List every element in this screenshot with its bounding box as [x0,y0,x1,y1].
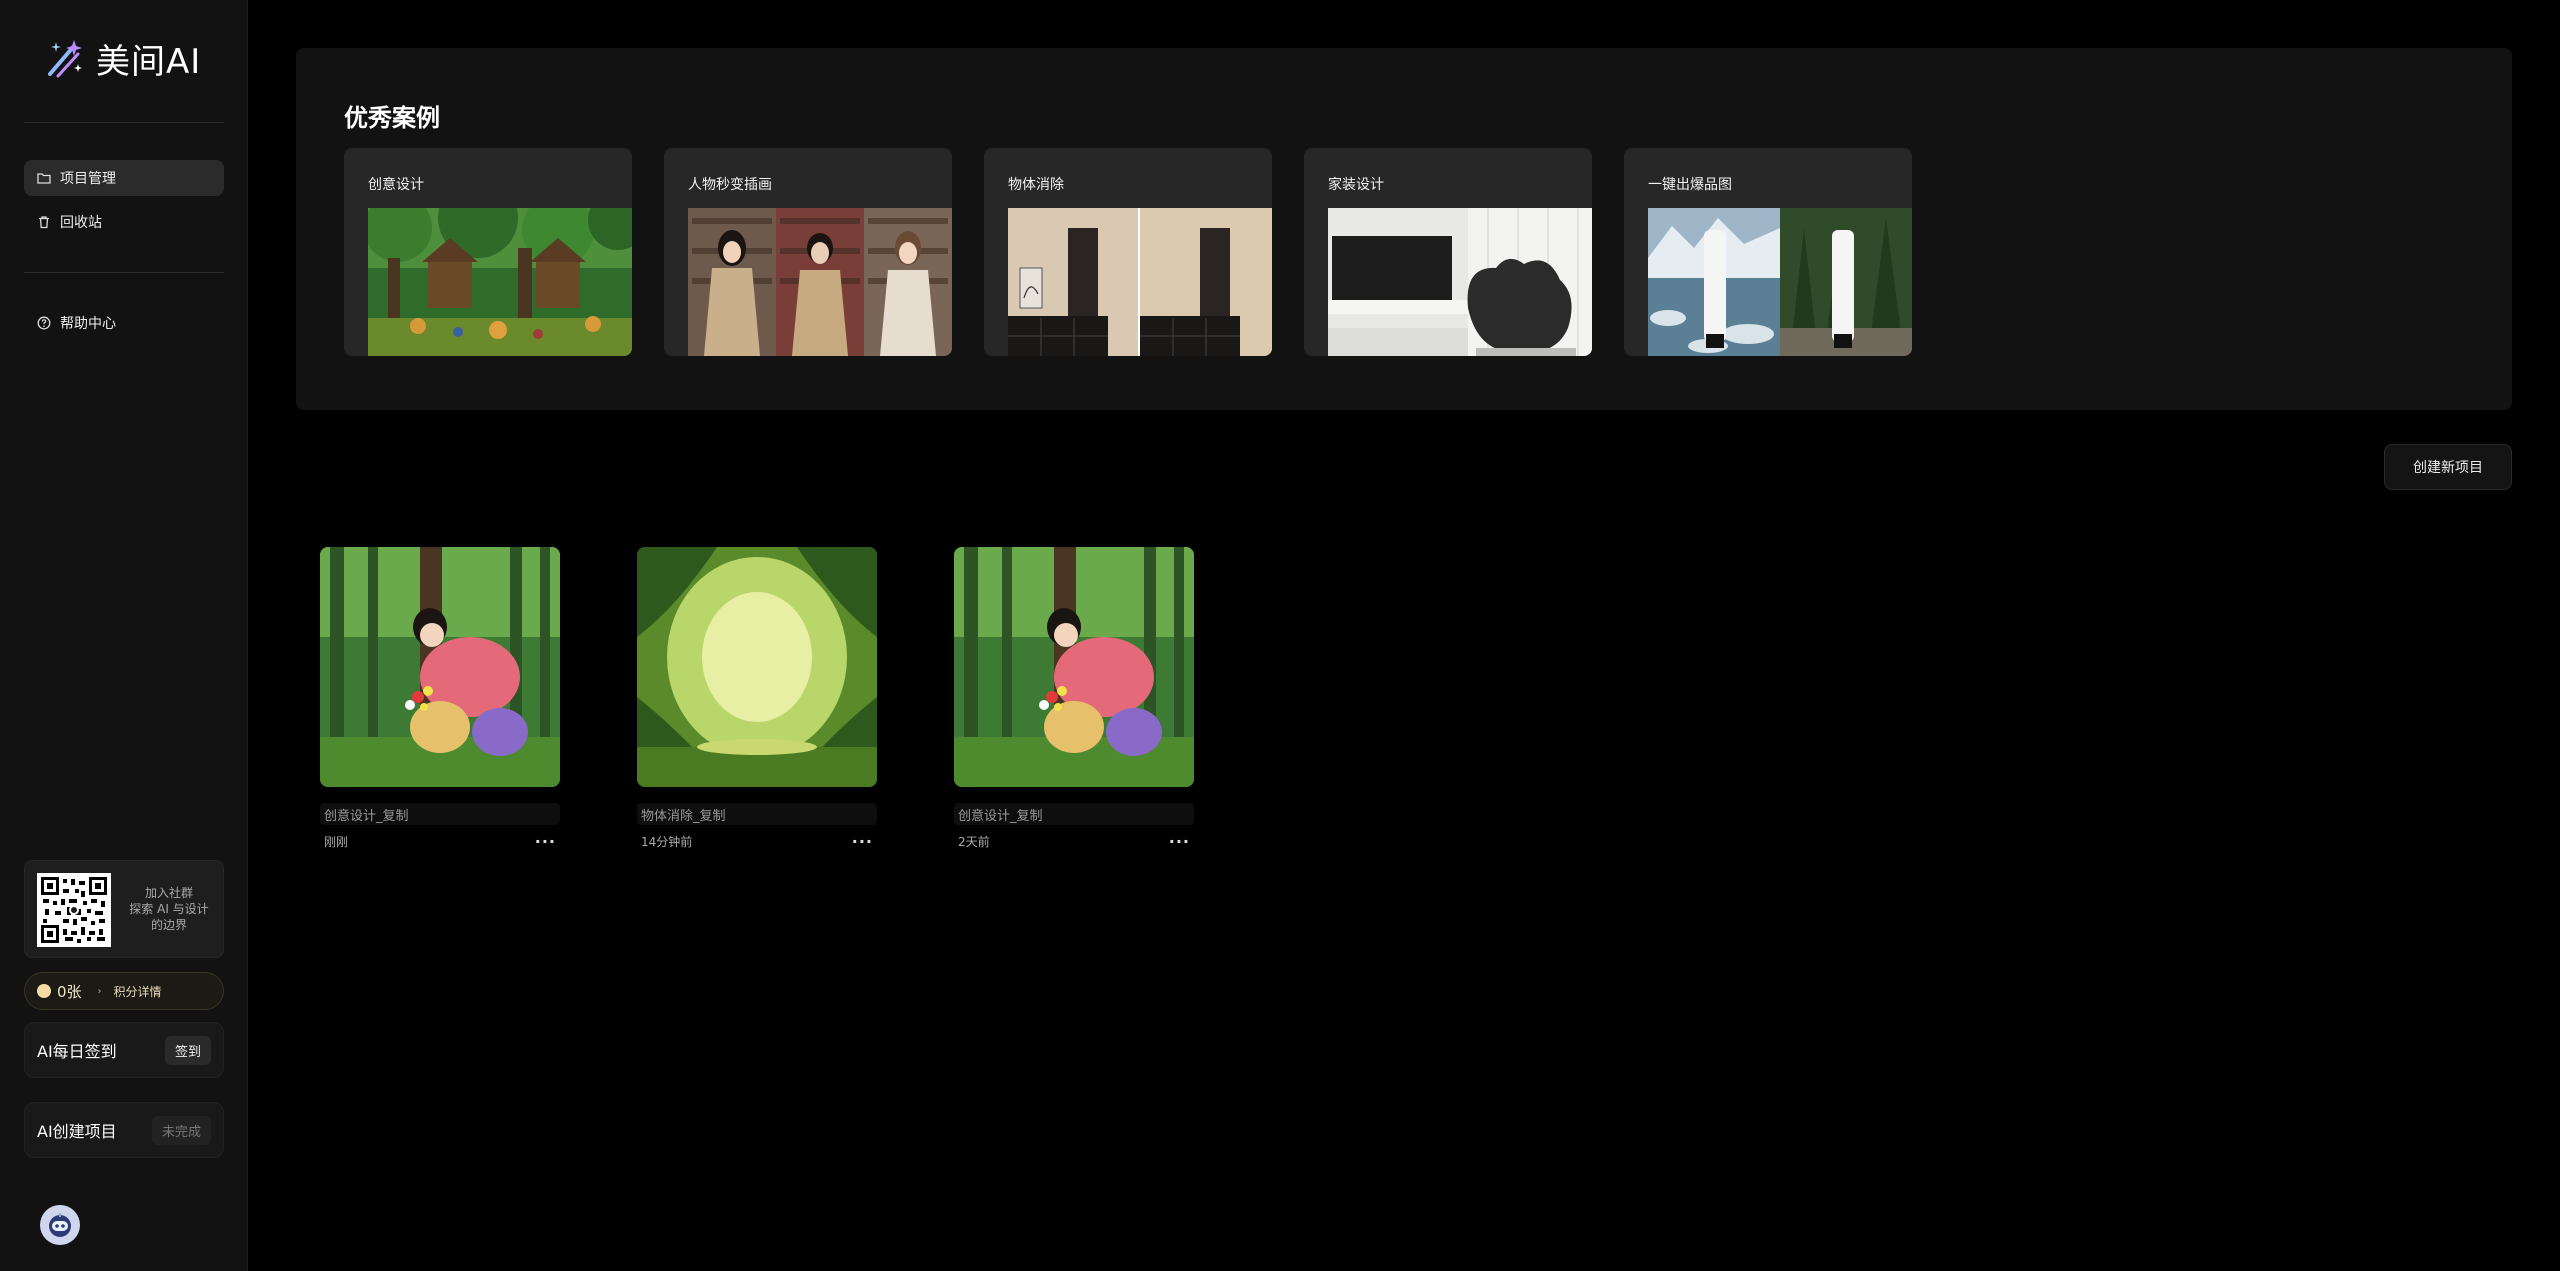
showcase-title: 优秀案例 [344,104,440,132]
case-card-interior[interactable]: 家装设计 [1304,148,1592,356]
case-image [1008,208,1272,356]
case-card-creative[interactable]: 创意设计 [344,148,632,356]
project-time: 14分钟前 [641,835,693,849]
project-card[interactable]: 物体消除_复制 14分钟前 ··· [637,547,877,850]
sidebar-item-help[interactable]: 帮助中心 [24,305,224,341]
trash-icon [36,214,52,230]
create-project-task-card: AI创建项目 未完成 [24,1102,224,1158]
case-card-portrait[interactable]: 人物秒变插画 [664,148,952,356]
sidebar-item-label: 项目管理 [60,171,116,187]
project-card[interactable]: 创意设计_复制 2天前 ··· [954,547,1194,850]
more-options-icon[interactable]: ··· [1169,833,1190,849]
community-text: 加入社群 探索 AI 与设计 的边界 [121,885,217,933]
folder-icon [36,170,52,186]
project-thumbnail[interactable] [320,547,560,787]
logo[interactable]: 美间AI [44,34,201,83]
project-time: 2天前 [958,835,990,849]
case-label: 一键出爆品图 [1648,177,1732,193]
task-title: AI创建项目 [37,1122,117,1141]
divider [24,272,224,273]
community-card[interactable]: 加入社群 探索 AI 与设计 的边界 [24,860,224,958]
daily-checkin-card: AI每日签到 签到 [24,1022,224,1078]
help-label: 帮助中心 [60,316,116,332]
coin-icon [37,984,51,998]
case-image [1648,208,1912,356]
brand-name: 美间AI [96,42,202,82]
showcase-panel: 优秀案例 创意设计 人物秒变插画 物体消除 家装设计 一键出爆品图 [296,48,2512,410]
case-image [688,208,952,356]
case-image [368,208,632,356]
case-image [1328,208,1592,356]
logo-mark-icon [44,38,86,80]
create-project-button[interactable]: 创建新项目 [2384,444,2512,490]
points-bar[interactable]: 0张 › 积分详情 [24,972,224,1010]
sidebar: 美间AI 项目管理 回收站 帮助中心 加入社群 探索 AI 与设计 的边界 0张… [0,0,248,1271]
task-status-badge: 未完成 [151,1115,211,1145]
project-card[interactable]: 创意设计_复制 刚刚 ··· [320,547,560,850]
community-line: 的边界 [150,918,187,932]
divider [24,122,224,123]
case-label: 物体消除 [1008,177,1064,193]
case-label: 家装设计 [1328,177,1384,193]
case-card-erase[interactable]: 物体消除 [984,148,1272,356]
project-thumbnail[interactable] [637,547,877,787]
more-options-icon[interactable]: ··· [852,833,873,849]
community-line: 加入社群 [144,886,193,900]
project-name[interactable]: 创意设计_复制 [320,803,560,825]
community-line: 探索 AI 与设计 [129,902,209,916]
points-value: 0张 [57,982,82,1001]
project-name[interactable]: 创意设计_复制 [954,803,1194,825]
points-detail-link[interactable]: 积分详情 [114,983,162,1000]
sidebar-item-trash[interactable]: 回收站 [24,204,224,240]
project-thumbnail[interactable] [954,547,1194,787]
project-name[interactable]: 物体消除_复制 [637,803,877,825]
sidebar-item-label: 回收站 [60,215,102,231]
more-options-icon[interactable]: ··· [535,833,556,849]
case-label: 人物秒变插画 [688,177,772,193]
case-card-product[interactable]: 一键出爆品图 [1624,148,1912,356]
help-circle-icon [36,315,52,331]
chevron-right-icon: › [97,985,102,997]
checkin-button[interactable]: 签到 [164,1035,211,1065]
task-title: AI每日签到 [37,1042,117,1061]
qr-code [37,873,111,947]
sidebar-item-projects[interactable]: 项目管理 [24,160,224,196]
project-time: 刚刚 [324,835,349,849]
case-label: 创意设计 [368,177,424,193]
assistant-bot-icon[interactable] [40,1205,80,1245]
